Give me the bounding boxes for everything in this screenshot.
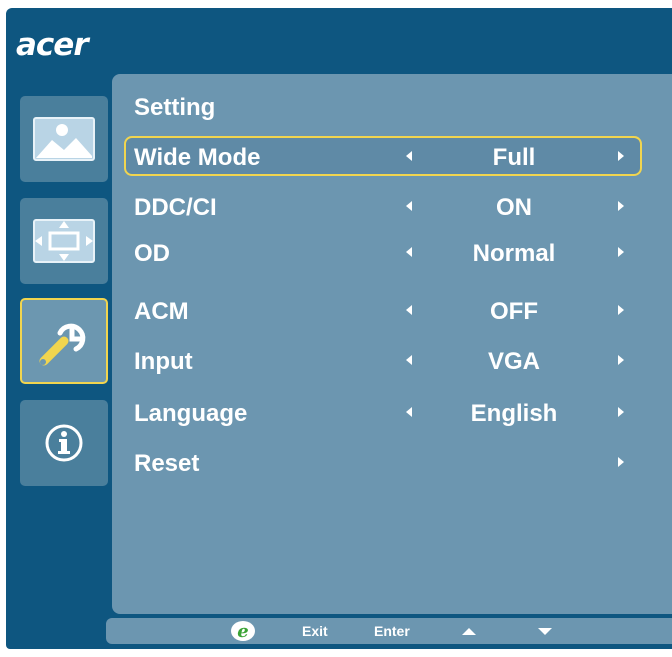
menu-row-input[interactable]: Input VGA [134, 340, 644, 380]
position-icon [33, 219, 95, 263]
row-label: OD [134, 240, 170, 267]
sidebar-tab-setting[interactable] [20, 298, 108, 384]
osd-window: acer Setting Wide Mode Full DDC/CI ON OD… [6, 8, 672, 649]
row-value: Normal [472, 240, 556, 267]
right-arrow-icon[interactable] [618, 247, 624, 257]
panel-title: Setting [134, 94, 216, 121]
left-arrow-icon[interactable] [406, 201, 412, 211]
e-key-icon[interactable]: e [230, 620, 256, 642]
menu-row-ddc-ci[interactable]: DDC/CI ON [134, 186, 644, 226]
row-value: ON [496, 194, 532, 221]
left-arrow-icon[interactable] [406, 247, 412, 257]
menu-row-od[interactable]: OD Normal [134, 232, 644, 272]
row-label: ACM [134, 298, 189, 325]
picture-icon [33, 117, 95, 161]
row-value: VGA [487, 348, 540, 375]
exit-key-label[interactable]: Exit [302, 623, 328, 639]
sidebar-tab-picture[interactable] [20, 96, 108, 182]
row-value: OFF [490, 298, 538, 325]
right-arrow-icon[interactable] [618, 151, 624, 161]
enter-key-label[interactable]: Enter [374, 623, 410, 639]
row-label: Reset [134, 450, 200, 477]
row-value: Full [492, 144, 536, 171]
right-arrow-icon[interactable] [618, 407, 624, 417]
row-label: Language [134, 400, 248, 427]
menu-row-reset[interactable]: Reset [134, 442, 644, 482]
right-arrow-icon[interactable] [618, 457, 624, 467]
key-hint-bar: e Exit Enter [106, 618, 672, 644]
row-value: English [470, 400, 558, 427]
row-label: Input [134, 348, 193, 375]
row-label: Wide Mode [134, 144, 261, 171]
left-arrow-icon[interactable] [406, 407, 412, 417]
sidebar-tab-info[interactable] [20, 400, 108, 486]
settings-panel: Setting Wide Mode Full DDC/CI ON OD Norm… [112, 74, 672, 614]
row-label: DDC/CI [134, 194, 217, 221]
left-arrow-icon[interactable] [406, 305, 412, 315]
svg-text:e: e [237, 621, 248, 642]
acer-logo: acer [16, 27, 89, 63]
up-arrow-icon[interactable] [462, 628, 476, 635]
left-arrow-icon[interactable] [406, 355, 412, 365]
menu-row-wide-mode[interactable]: Wide Mode Full [124, 136, 642, 176]
sidebar-tab-position[interactable] [20, 198, 108, 284]
right-arrow-icon[interactable] [618, 355, 624, 365]
right-arrow-icon[interactable] [618, 305, 624, 315]
right-arrow-icon[interactable] [618, 201, 624, 211]
info-icon [45, 424, 83, 462]
menu-row-acm[interactable]: ACM OFF [134, 290, 644, 330]
setting-wrench-icon [39, 323, 86, 366]
menu-row-language[interactable]: Language English [134, 392, 644, 432]
left-arrow-icon[interactable] [406, 151, 412, 161]
down-arrow-icon[interactable] [538, 628, 552, 635]
